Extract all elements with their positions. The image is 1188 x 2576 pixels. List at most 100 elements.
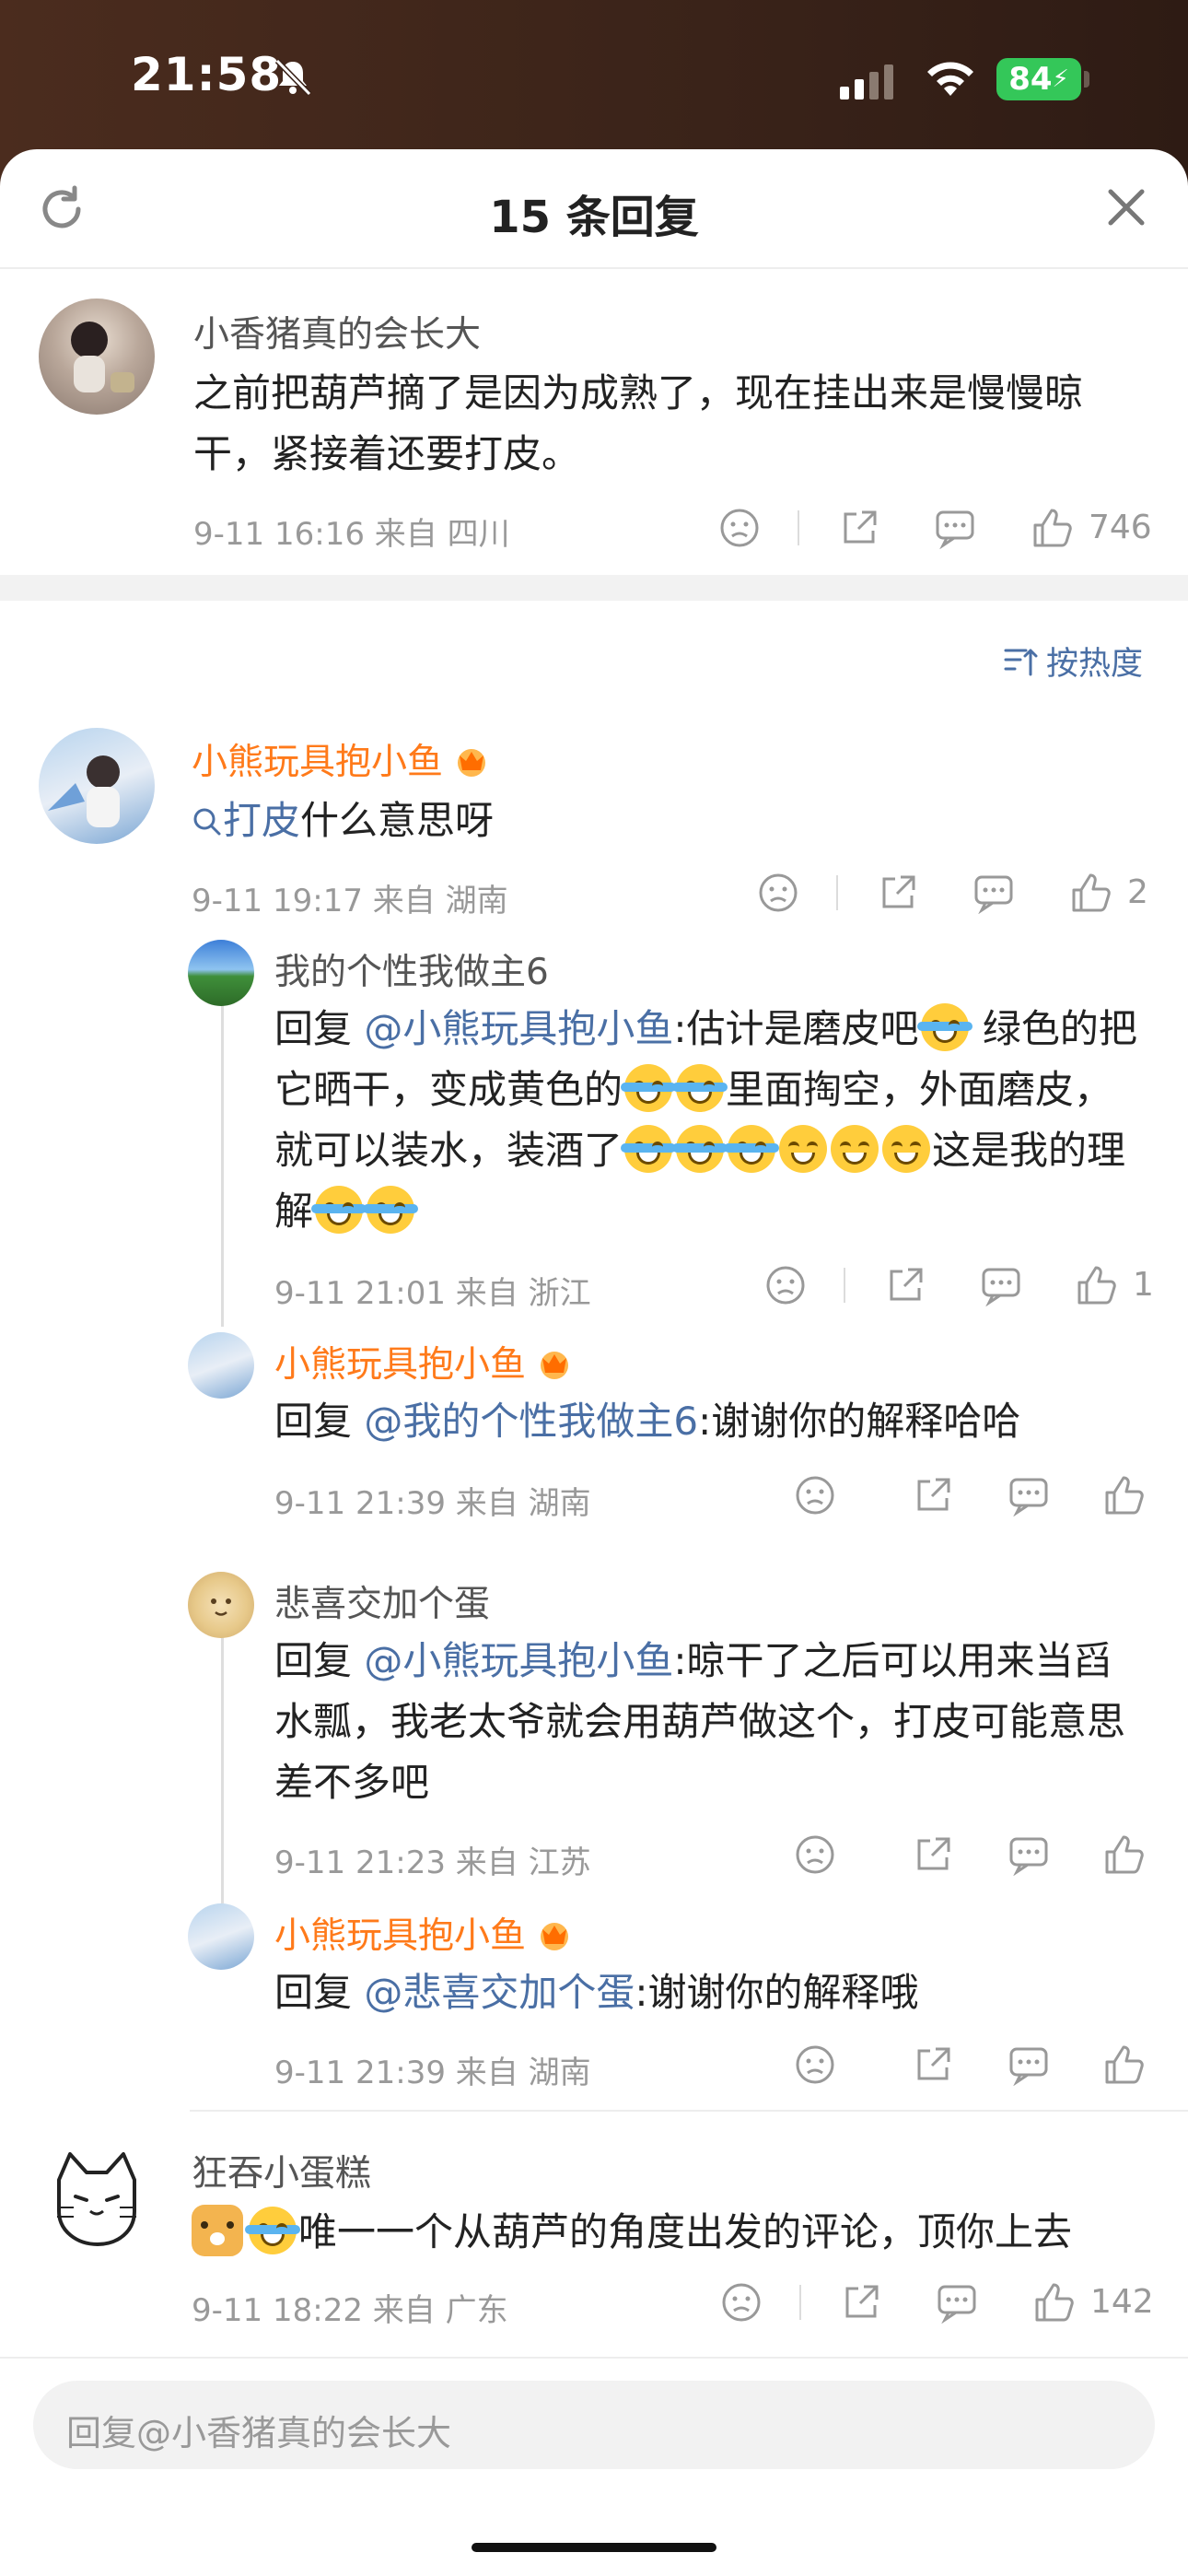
reply-meta: 9-11 21:23 来自 江苏 — [274, 1844, 591, 1881]
dislike-icon[interactable] — [794, 1474, 836, 1516]
share-icon[interactable] — [877, 872, 919, 914]
sort-button[interactable]: 按热度 — [1002, 638, 1143, 685]
home-indicator — [472, 2543, 716, 2552]
like-icon[interactable] — [1103, 1474, 1146, 1516]
action-divider — [844, 1268, 845, 1303]
comment-body: 唯一一个从葫芦的角度出发的评论，顶你上去 — [298, 2209, 1073, 2254]
sort-label: 按热度 — [1046, 646, 1144, 683]
reply-body: :谢谢你的解释哈哈 — [698, 1399, 1021, 1444]
laugh-cry-emoji-icon — [363, 1186, 419, 1234]
battery-cap — [1084, 71, 1089, 88]
share-icon[interactable] — [912, 2043, 954, 2086]
dislike-icon[interactable] — [764, 1264, 807, 1306]
avatar[interactable] — [188, 1572, 254, 1638]
dislike-icon[interactable] — [718, 507, 761, 549]
reply-meta: 9-11 21:39 来自 湖南 — [274, 2055, 591, 2091]
comment-icon[interactable] — [934, 507, 976, 549]
avatar[interactable] — [188, 1903, 254, 1970]
comment-meta: 9-11 16:16 来自 四川 — [193, 516, 510, 553]
reply-username[interactable]: 小熊玩具抱小鱼 — [274, 1907, 574, 1959]
share-icon[interactable] — [912, 1833, 954, 1876]
mention-link[interactable]: @我的个性我做主6 — [364, 1399, 698, 1444]
laugh-cry-emoji-icon — [672, 1125, 728, 1173]
avatar[interactable] — [39, 299, 155, 415]
mention-link[interactable]: @小熊玩具抱小鱼 — [364, 1006, 673, 1051]
reply-actions — [794, 1474, 1153, 1522]
avatar[interactable] — [39, 728, 155, 844]
cellular-signal-icon — [840, 64, 893, 100]
like-icon[interactable] — [1070, 872, 1112, 914]
dislike-icon[interactable] — [794, 2043, 836, 2086]
dislike-icon[interactable] — [794, 1833, 836, 1876]
charging-bolt-icon: ⚡ — [1052, 65, 1069, 93]
dislike-icon[interactable] — [720, 2281, 763, 2324]
avatar[interactable] — [39, 2139, 155, 2255]
battery-level: 84 — [1008, 61, 1053, 98]
avatar[interactable] — [188, 1332, 254, 1399]
reply-body: :估计是磨皮吧 — [673, 1006, 919, 1051]
comment-icon[interactable] — [1007, 1474, 1050, 1516]
reply-prefix: 回复 — [274, 1638, 365, 1683]
comment-icon[interactable] — [973, 872, 1015, 914]
search-icon — [193, 808, 221, 836]
comment-username[interactable]: 小熊玩具抱小鱼 — [192, 733, 491, 785]
thread-line — [221, 995, 224, 1327]
action-divider — [836, 875, 838, 910]
comment-text: 打皮什么意思呀 — [192, 790, 1149, 851]
share-icon[interactable] — [884, 1264, 926, 1306]
laugh-cry-emoji-icon — [672, 1064, 728, 1112]
comment-icon[interactable] — [1007, 2043, 1050, 2086]
comment-icon[interactable] — [936, 2281, 978, 2324]
sort-icon — [1004, 649, 1038, 675]
reply-meta: 9-11 21:39 来自 湖南 — [274, 1485, 591, 1522]
reply-meta: 9-11 21:01 来自 浙江 — [274, 1275, 591, 1312]
comment-username[interactable]: 狂吞小蛋糕 — [192, 2145, 371, 2196]
crown-badge-icon — [458, 749, 486, 777]
reply-text: 回复 @小熊玩具抱小鱼:晾干了之后可以用来当舀水瓢，我老太爷就会用葫芦做这个，打… — [274, 1631, 1149, 1813]
comment-body: 什么意思呀 — [300, 798, 495, 843]
laugh-cry-emoji-icon — [311, 1186, 367, 1234]
reply-prefix: 回复 — [274, 1399, 365, 1444]
comment-icon[interactable] — [1007, 1833, 1050, 1876]
mention-link[interactable]: @悲喜交加个蛋 — [364, 1970, 635, 2015]
share-icon[interactable] — [912, 1474, 954, 1516]
search-term-text: 打皮 — [223, 798, 301, 843]
reply-username[interactable]: 悲喜交加个蛋 — [274, 1575, 490, 1627]
comment-actions: 142 — [720, 2281, 1154, 2329]
like-icon[interactable] — [1103, 2043, 1146, 2086]
action-divider — [799, 2285, 801, 2320]
share-icon[interactable] — [840, 2281, 882, 2324]
reply-text: 回复 @小熊玩具抱小鱼:估计是磨皮吧 绿色的把它晒干，变成黄色的 里面掏空，外面磨… — [274, 999, 1149, 1242]
comment-text: 唯一一个从葫芦的角度出发的评论，顶你上去 — [192, 2202, 1149, 2263]
reply-username[interactable]: 我的个性我做主6 — [274, 943, 549, 995]
like-icon[interactable] — [1033, 2281, 1076, 2324]
like-icon[interactable] — [1103, 1833, 1146, 1876]
input-divider — [0, 2357, 1188, 2359]
username-text: 小熊玩具抱小鱼 — [192, 742, 444, 783]
share-icon[interactable] — [838, 507, 880, 549]
page-title: 15 条回复 — [489, 192, 699, 243]
reply-prefix: 回复 — [274, 1006, 365, 1051]
status-bar: 21:58 84 ⚡ — [0, 0, 1188, 152]
avatar[interactable] — [188, 940, 254, 1006]
comment-divider — [190, 2110, 1188, 2112]
battery-indicator: 84 ⚡ — [996, 58, 1081, 100]
reply-body: :谢谢你的解释哦 — [635, 1970, 919, 2015]
reply-text: 回复 @我的个性我做主6:谢谢你的解释哈哈 — [274, 1391, 1149, 1452]
like-count: 1 — [1133, 1266, 1154, 1304]
thread-line — [221, 1627, 224, 1903]
mention-link[interactable]: @小熊玩具抱小鱼 — [364, 1638, 673, 1683]
close-icon[interactable] — [1103, 184, 1149, 230]
laugh-cry-emoji-icon — [916, 1003, 973, 1051]
dislike-icon[interactable] — [757, 872, 799, 914]
comment-actions: 2 — [757, 872, 1153, 919]
comment-icon[interactable] — [980, 1264, 1022, 1306]
username-text: 小熊玩具抱小鱼 — [274, 1915, 527, 1957]
laugh-cry-emoji-icon — [621, 1125, 677, 1173]
like-count: 142 — [1090, 2283, 1154, 2321]
reply-username[interactable]: 小熊玩具抱小鱼 — [274, 1336, 574, 1388]
search-term-link[interactable]: 打皮 — [192, 798, 300, 843]
comment-username[interactable]: 小香猪真的会长大 — [193, 306, 481, 357]
like-icon[interactable] — [1031, 507, 1074, 549]
like-icon[interactable] — [1076, 1264, 1118, 1306]
